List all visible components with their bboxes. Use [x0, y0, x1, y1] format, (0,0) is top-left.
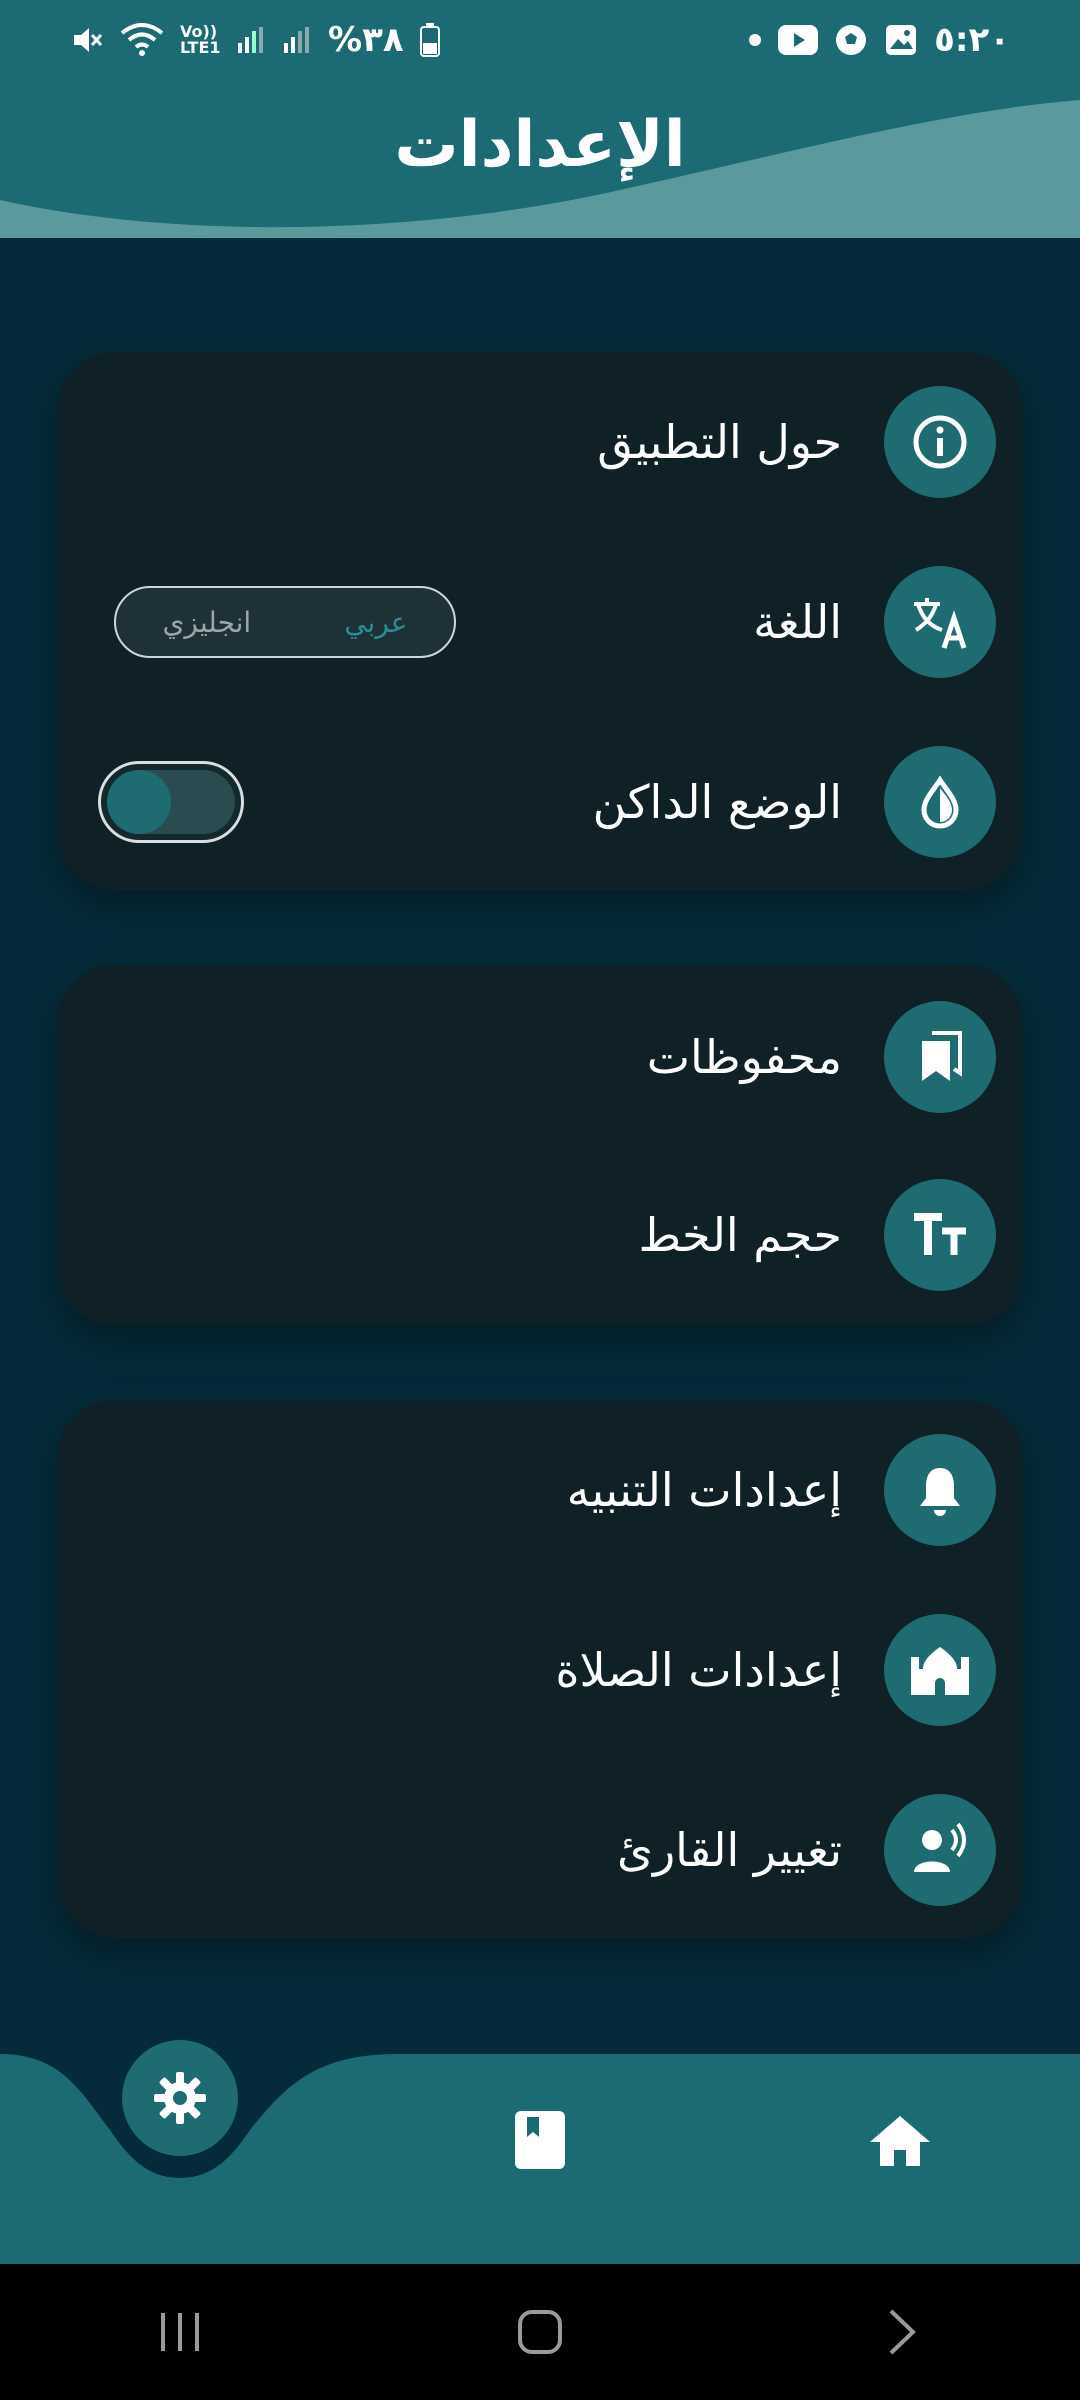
status-right: ٥:٢٠ [748, 20, 1010, 60]
gear-icon [154, 2072, 206, 2124]
settings-row-label: تغيير القارئ [616, 1823, 842, 1877]
recent-apps-button[interactable] [120, 2292, 240, 2372]
status-bar: ٥:٢٠ Vo)) LTE1 %٣٨ [0, 0, 1080, 80]
settings-row-reciter[interactable]: تغيير القارئ [58, 1794, 1022, 1906]
book-icon [515, 2111, 565, 2169]
speaking-person-icon [884, 1794, 996, 1906]
mosque-icon [884, 1614, 996, 1726]
settings-row-notifications[interactable]: إعدادات التنبيه [58, 1434, 1022, 1546]
settings-row-label: محفوظات [646, 1030, 842, 1084]
gallery-icon [884, 23, 918, 57]
chevron-right-icon [889, 2309, 916, 2355]
home-system-button[interactable] [480, 2292, 600, 2372]
settings-card-content: محفوظات حجم الخط [58, 965, 1022, 1325]
bottom-nav [0, 2040, 1080, 2264]
page-title: الإعدادات [394, 108, 686, 182]
language-option-english[interactable]: انجليزي [162, 606, 251, 639]
settings-row-label: إعدادات التنبيه [566, 1463, 842, 1517]
settings-row-prayer[interactable]: إعدادات الصلاة [58, 1614, 1022, 1726]
settings-row-label: حجم الخط [638, 1208, 842, 1262]
battery-icon [419, 23, 440, 57]
home-square-icon [518, 2310, 562, 2354]
battery-text: %٣٨ [328, 20, 404, 60]
settings-row-font-size[interactable]: حجم الخط [58, 1179, 1022, 1291]
switch-track [107, 770, 235, 834]
settings-row-label: حول التطبيق [597, 415, 842, 469]
mute-icon [70, 23, 104, 57]
language-option-arabic[interactable]: عربي [344, 606, 407, 639]
translate-icon [884, 566, 996, 678]
dot-icon [748, 33, 762, 47]
header: ٥:٢٠ Vo)) LTE1 %٣٨ الإعدادات [0, 0, 1080, 238]
home-icon [870, 2116, 930, 2166]
language-segmented-control[interactable]: انجليزي عربي [114, 586, 456, 658]
settings-row-label: اللغة [753, 595, 842, 649]
system-navigation-bar [0, 2264, 1080, 2400]
signal-icon [236, 25, 266, 55]
nav-book-button[interactable] [500, 2100, 580, 2180]
switch-knob [107, 770, 171, 834]
signal-icon [282, 25, 312, 55]
settings-row-saved[interactable]: محفوظات [58, 1001, 1022, 1113]
nav-settings-button[interactable] [122, 2040, 238, 2156]
settings-card-prayer: إعدادات التنبيه إعدادات الصلاة تغيير الق… [58, 1400, 1022, 1938]
info-icon [884, 386, 996, 498]
bell-icon [884, 1434, 996, 1546]
text-size-icon [884, 1179, 996, 1291]
status-left: Vo)) LTE1 %٣٨ [70, 20, 440, 60]
clock: ٥:٢٠ [934, 20, 1010, 60]
network-type: Vo)) LTE1 [180, 22, 221, 57]
recent-apps-icon [161, 2313, 199, 2351]
football-icon [834, 23, 868, 57]
settings-row-language: اللغة انجليزي عربي [58, 566, 1022, 678]
youtube-icon [778, 25, 819, 55]
settings-card-general: حول التطبيق اللغة انجليزي عربي الوضع الد… [58, 352, 1022, 890]
nav-home-button[interactable] [860, 2100, 940, 2180]
back-button[interactable] [840, 2292, 960, 2372]
wifi-icon [120, 23, 164, 57]
settings-row-dark-mode: الوضع الداكن [58, 746, 1022, 858]
settings-row-label: إعدادات الصلاة [555, 1643, 842, 1697]
water-drop-icon [884, 746, 996, 858]
bookmarks-icon [884, 1001, 996, 1113]
settings-row-label: الوضع الداكن [592, 775, 842, 829]
settings-row-about[interactable]: حول التطبيق [58, 386, 1022, 498]
dark-mode-switch[interactable] [98, 761, 244, 843]
